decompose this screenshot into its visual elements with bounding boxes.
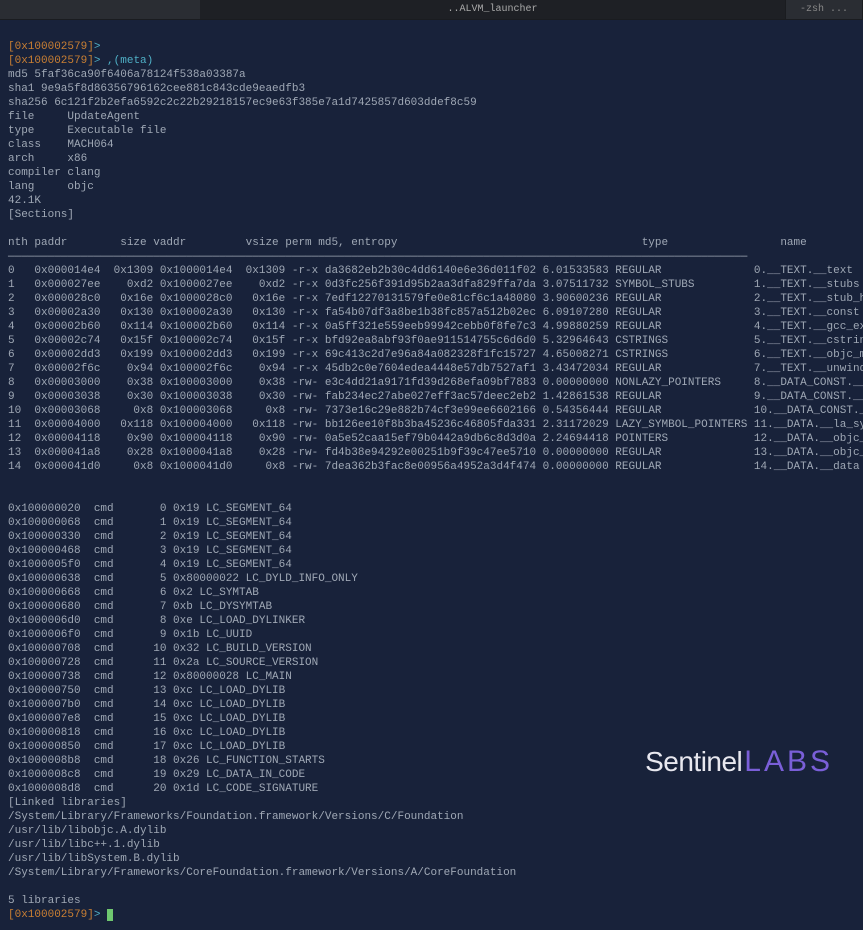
meta-md5: md5 5faf36ca90f6406a78124f538a03387a [8, 69, 246, 81]
prompt-host: [0x100002579] [8, 909, 94, 921]
prompt-host: [0x100002579] [8, 41, 94, 53]
tab-spacer [0, 0, 200, 19]
sentinel-labs-logo: SentinelLABS [645, 755, 833, 769]
meta-class: class MACH064 [8, 139, 114, 151]
logo-text-2: LABS [744, 755, 833, 769]
library-count: 5 libraries [8, 895, 81, 907]
meta-arch: arch x86 [8, 153, 87, 165]
section-columns: nth paddr size vaddr vsize perm md5, ent… [8, 237, 807, 249]
tab-right[interactable]: -zsh ... [786, 0, 863, 19]
prompt-sym: > [94, 41, 101, 53]
tab-active[interactable]: ..ALVM_launcher [200, 0, 786, 19]
cursor [107, 909, 113, 921]
section-rule: ――――――――――――――――――――――――――――――――――――――――… [8, 251, 747, 263]
linked-list: /System/Library/Frameworks/Foundation.fr… [8, 810, 855, 880]
meta-size: 42.1K [8, 195, 41, 207]
sections-header: [Sections] [8, 209, 74, 221]
meta-sha1: sha1 9e9a5f8d86356796162cee881c843cde9ea… [8, 83, 305, 95]
logo-text-1: Sentinel [645, 755, 742, 769]
prompt-sym: > [94, 909, 101, 921]
meta-sha256: sha256 6c121f2b2efa6592c2c22b29218157ec9… [8, 97, 477, 109]
sections-list: 0 0x000014e4 0x1309 0x1000014e4 0x1309 -… [8, 264, 855, 474]
meta-type: type Executable file [8, 125, 166, 137]
meta-lang: lang objc [8, 181, 94, 193]
linked-header: [Linked libraries] [8, 797, 127, 809]
prompt-sym: > [94, 55, 101, 67]
meta-file: file UpdateAgent [8, 111, 140, 123]
meta-compiler: compiler clang [8, 167, 100, 179]
tab-bar: ..ALVM_launcher -zsh ... [0, 0, 863, 20]
prompt-host: [0x100002579] [8, 55, 94, 67]
command-text: ,(meta) [107, 55, 153, 67]
terminal-output[interactable]: [0x100002579]> [0x100002579]> ,(meta) md… [0, 20, 863, 930]
